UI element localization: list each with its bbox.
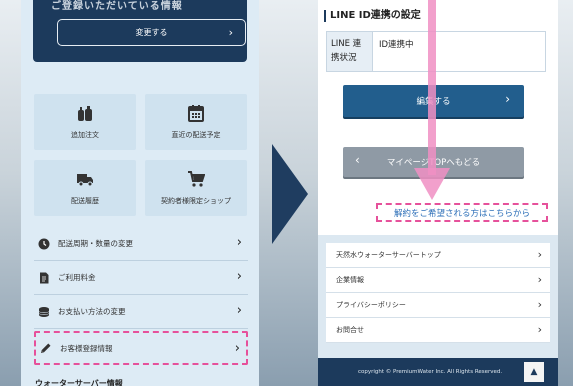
tile-label: 追加注文 xyxy=(71,131,99,139)
water-server-info-heading: ウォーターサーバー情報 xyxy=(35,379,123,386)
footer-link-label: 企業情報 xyxy=(336,276,364,284)
customer-info-card: ご登録いただいている情報 変更する › xyxy=(33,0,247,62)
chevron-right-icon: › xyxy=(236,235,242,250)
menu-item-label: 配送周期・数量の変更 xyxy=(58,239,133,248)
chevron-right-icon: › xyxy=(537,273,542,286)
footer-link-privacy[interactable]: プライバシーポリシー › xyxy=(326,293,550,318)
menu-item-delivery-cycle[interactable]: 配送周期・数量の変更 › xyxy=(34,227,248,261)
change-button[interactable]: 変更する › xyxy=(57,19,246,46)
back-to-top-button[interactable]: ▲ xyxy=(524,362,544,382)
arrow-up-icon: ▲ xyxy=(530,367,538,377)
menu-item-label: お客様登録情報 xyxy=(60,343,113,353)
tile-label: 直近の配送予定 xyxy=(171,131,221,139)
footer-link-water-server-top[interactable]: 天然水ウォーターサーバートップ › xyxy=(326,243,550,268)
tile-additional-order[interactable]: 追加注文 xyxy=(34,94,136,150)
change-button-label: 変更する xyxy=(135,28,168,37)
chevron-right-icon: › xyxy=(228,26,233,39)
chevron-right-icon: › xyxy=(236,303,242,318)
tile-label: 契約者様限定ショップ xyxy=(161,197,231,205)
chevron-right-icon: › xyxy=(537,298,542,311)
chevron-right-icon: › xyxy=(236,269,242,284)
chevron-left-icon: ‹ xyxy=(355,153,360,167)
footer-link-label: お問合せ xyxy=(336,326,364,334)
pencil-icon xyxy=(41,343,51,353)
cancellation-link[interactable]: 解約をご希望される方はこちらから xyxy=(376,203,548,222)
left-phone-screen: ご登録いただいている情報 変更する › 追加注文 直近の配送予定 配送履歴 契約… xyxy=(21,0,259,386)
clock-icon xyxy=(38,238,50,249)
footer-navigation: 天然水ウォーターサーバートップ › 企業情報 › プライバシーポリシー › お問… xyxy=(318,235,558,358)
account-menu: 配送周期・数量の変更 › ご利用料金 › お支払い方法の変更 › お客様登録情報 xyxy=(34,227,248,365)
tile-member-shop[interactable]: 契約者様限定ショップ xyxy=(145,160,247,216)
tile-upcoming-delivery[interactable]: 直近の配送予定 xyxy=(145,94,247,150)
bottles-icon xyxy=(78,106,92,121)
footer-link-company[interactable]: 企業情報 › xyxy=(326,268,550,293)
copyright-text: copyright © PremiumWater Inc. All Rights… xyxy=(358,369,503,375)
line-id-section-title: LINE ID連携の設定 xyxy=(324,10,421,22)
menu-item-payment-method[interactable]: お支払い方法の変更 › xyxy=(34,295,248,329)
annotation-arrow-icon xyxy=(414,0,450,200)
menu-item-label: お支払い方法の変更 xyxy=(58,307,126,316)
coins-icon xyxy=(38,306,50,317)
menu-item-usage-fee[interactable]: ご利用料金 › xyxy=(34,261,248,295)
quick-action-tiles: 追加注文 直近の配送予定 配送履歴 契約者様限定ショップ xyxy=(34,94,247,217)
chevron-right-icon: › xyxy=(537,323,542,336)
customer-info-text: ご登録いただいている情報 xyxy=(51,1,183,12)
tile-label: 配送履歴 xyxy=(71,197,99,205)
copyright-bar: copyright © PremiumWater Inc. All Rights… xyxy=(318,358,558,386)
document-icon xyxy=(40,272,49,283)
footer-link-contact[interactable]: お問合せ › xyxy=(326,318,550,343)
tile-delivery-history[interactable]: 配送履歴 xyxy=(34,160,136,216)
footer-link-label: プライバシーポリシー xyxy=(336,301,406,309)
calendar-icon xyxy=(188,105,204,122)
next-step-arrow-icon xyxy=(272,144,308,244)
menu-item-customer-info[interactable]: お客様登録情報 › xyxy=(34,331,248,365)
line-status-header: LINE 連携状況 xyxy=(327,32,373,71)
chevron-right-icon: › xyxy=(234,341,240,356)
chevron-right-icon: › xyxy=(537,248,542,261)
footer-link-label: 天然水ウォーターサーバートップ xyxy=(336,251,441,259)
cart-icon xyxy=(188,171,205,187)
menu-item-label: ご利用料金 xyxy=(58,273,96,282)
chevron-right-icon: › xyxy=(505,92,510,106)
truck-icon xyxy=(77,174,93,187)
